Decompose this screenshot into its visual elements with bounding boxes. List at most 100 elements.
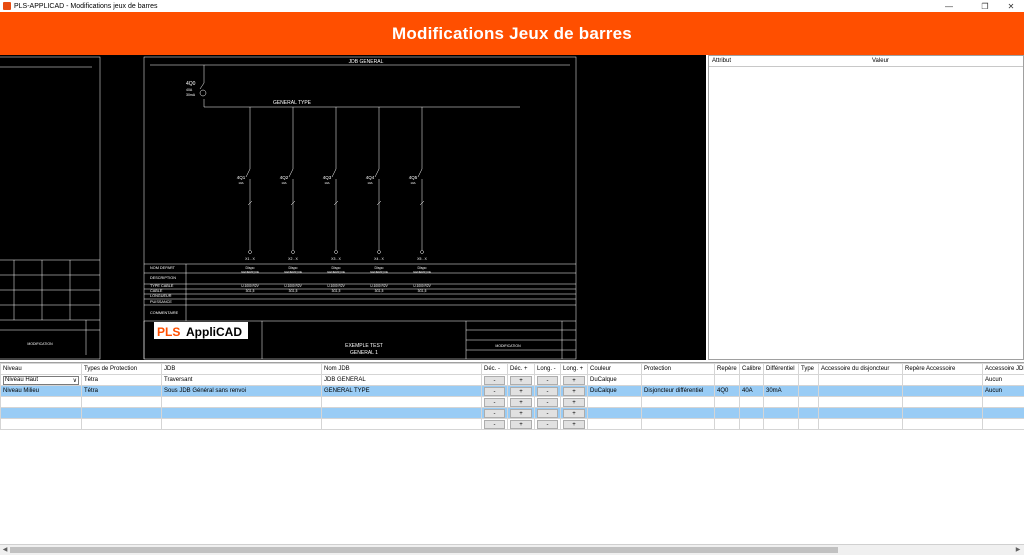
cell-protection[interactable]: Disjoncteur différentiel [641, 385, 715, 397]
feeder-box-sub: GENERIQUE [370, 270, 388, 274]
cell-acc-disj[interactable] [818, 374, 903, 386]
cell-niveau[interactable]: Niveau Milieu [0, 385, 82, 397]
drawing-canvas[interactable]: JDB GENERAL GENERAL TYPE 4Q0 40A 30mA NO… [0, 55, 706, 360]
minimize-button[interactable]: — [936, 0, 962, 12]
table-row-empty[interactable]: - + - + [0, 407, 1024, 419]
dec-plus-button[interactable]: + [510, 386, 532, 396]
long-minus-button[interactable]: - [537, 397, 558, 407]
dec-plus-button[interactable]: + [510, 408, 532, 418]
feeder-cable-value: 3G1,5 [246, 289, 255, 293]
dec-minus-button[interactable]: - [484, 386, 505, 396]
cell-calibre[interactable] [739, 374, 764, 386]
dec-plus-button[interactable]: + [510, 375, 532, 385]
feeder-terminal [420, 250, 424, 254]
scrollbar-thumb[interactable] [10, 547, 838, 553]
cell-jdb[interactable]: Traversant [161, 374, 322, 386]
scroll-right-icon[interactable]: ▶ [1013, 545, 1023, 555]
long-plus-button[interactable]: + [563, 386, 585, 396]
col-header-long-minus[interactable]: Long. - [534, 363, 561, 375]
table-row-selected[interactable]: Niveau Milieu Tétra Sous JDB Général san… [0, 385, 1024, 397]
long-minus-button[interactable]: - [537, 419, 558, 429]
feeder-rating: 10A [238, 181, 243, 185]
incomer-label: 4Q0 [186, 81, 196, 87]
incomer-rating: 40A [186, 88, 193, 92]
col-header-jdb[interactable]: JDB [161, 363, 322, 375]
long-plus-button[interactable]: + [563, 419, 585, 429]
dec-minus-button[interactable]: - [484, 375, 505, 385]
col-header-dec-plus[interactable]: Déc. + [507, 363, 535, 375]
valeur-column-header[interactable]: Valeur [869, 58, 889, 64]
cell-acc-disj[interactable] [818, 385, 903, 397]
cell-calibre[interactable]: 40A [739, 385, 764, 397]
cell-type-prot[interactable]: Tétra [81, 385, 162, 397]
cartouche-label-left: MODIFICATION [27, 342, 53, 346]
window-titlebar: PLS-APPLICAD - Modifications jeux de bar… [0, 0, 1024, 12]
cell-acc-jdb[interactable]: Aucun [982, 374, 1024, 386]
row-label-3: CABLE [150, 289, 163, 293]
col-header-dec-minus[interactable]: Déc. - [481, 363, 508, 375]
cell-rep-acc[interactable] [902, 374, 983, 386]
table-row[interactable]: Niveau Haut ∨ Tétra Traversant JDB GENERA… [0, 374, 1024, 386]
busbar-grid: Niveau Types de Protection JDB Nom JDB D… [0, 362, 1024, 544]
pls-applicad-logo: PLS AppliCAD [154, 322, 248, 339]
col-header-types-protection[interactable]: Types de Protection [81, 363, 162, 375]
col-header-protection[interactable]: Protection [641, 363, 715, 375]
cell-type[interactable] [798, 374, 819, 386]
row-label-0: NOM DEPART [150, 266, 176, 270]
cell-type-prot[interactable]: Tétra [81, 374, 162, 386]
cell-nom-jdb[interactable]: GENERAL TYPE [321, 385, 482, 397]
feeder-switch [288, 168, 294, 178]
col-header-niveau[interactable]: Niveau [0, 363, 82, 375]
dec-minus-button[interactable]: - [484, 408, 505, 418]
col-header-repere-accessoire[interactable]: Repère Accessoire [902, 363, 983, 375]
col-header-repere[interactable]: Repère [714, 363, 740, 375]
dec-plus-button[interactable]: + [510, 419, 532, 429]
feeder-terminal-label: X2 - X [288, 257, 298, 261]
horizontal-scrollbar[interactable]: ◀ ▶ [0, 544, 1024, 555]
niveau-select[interactable]: Niveau Haut ∨ [3, 375, 79, 385]
feeder-switch [331, 168, 337, 178]
col-header-accessoire-jdb[interactable]: Accessoire JDB [982, 363, 1024, 375]
long-plus-button[interactable]: + [563, 375, 585, 385]
table-row-empty[interactable]: - + - + [0, 418, 1024, 430]
table-row-empty[interactable]: - + - + [0, 396, 1024, 408]
close-button[interactable]: ✕ [998, 0, 1024, 12]
long-minus-button[interactable]: - [537, 375, 558, 385]
long-minus-button[interactable]: - [537, 386, 558, 396]
cell-rep-acc[interactable] [902, 385, 983, 397]
cell-type[interactable] [798, 385, 819, 397]
col-header-accessoire-disjoncteur[interactable]: Accessoire du disjoncteur [818, 363, 903, 375]
maximize-button[interactable]: ❐ [972, 0, 998, 12]
col-header-nom-jdb[interactable]: Nom JDB [321, 363, 482, 375]
cell-differentiel[interactable] [763, 374, 799, 386]
attribut-column-header[interactable]: Attribut [709, 58, 869, 64]
cell-nom-jdb[interactable]: JDB GENERAL [321, 374, 482, 386]
row-label-6: COMMENTAIRE [150, 311, 179, 315]
long-plus-button[interactable]: + [563, 408, 585, 418]
long-minus-button[interactable]: - [537, 408, 558, 418]
cell-acc-jdb[interactable]: Aucun [982, 385, 1024, 397]
scroll-left-icon[interactable]: ◀ [0, 545, 10, 555]
col-header-type[interactable]: Type [798, 363, 819, 375]
col-header-differentiel[interactable]: Différentiel [763, 363, 799, 375]
dec-plus-button[interactable]: + [510, 397, 532, 407]
dec-minus-button[interactable]: - [484, 419, 505, 429]
cell-couleur[interactable]: DuCalque [587, 374, 642, 386]
cell-protection[interactable] [641, 374, 715, 386]
cell-couleur[interactable]: DuCalque [587, 385, 642, 397]
long-plus-button[interactable]: + [563, 397, 585, 407]
busbar-title: JDB GENERAL [349, 59, 384, 65]
cell-differentiel[interactable]: 30mA [763, 385, 799, 397]
col-header-couleur[interactable]: Couleur [587, 363, 642, 375]
feeder-cable-type: U-1000 R2V [370, 284, 388, 288]
cell-jdb[interactable]: Sous JDB Général sans renvoi [161, 385, 322, 397]
row-label-5: PUISSANCE [150, 300, 172, 304]
cell-repere[interactable]: 4Q0 [714, 385, 740, 397]
cell-repere[interactable] [714, 374, 740, 386]
col-header-calibre[interactable]: Calibre [739, 363, 764, 375]
feeder-label: 4Q5 [409, 175, 418, 180]
table-header-row: Niveau Types de Protection JDB Nom JDB D… [0, 363, 1024, 375]
sub-busbar-label: GENERAL TYPE [273, 100, 312, 106]
col-header-long-plus[interactable]: Long. + [560, 363, 588, 375]
dec-minus-button[interactable]: - [484, 397, 505, 407]
